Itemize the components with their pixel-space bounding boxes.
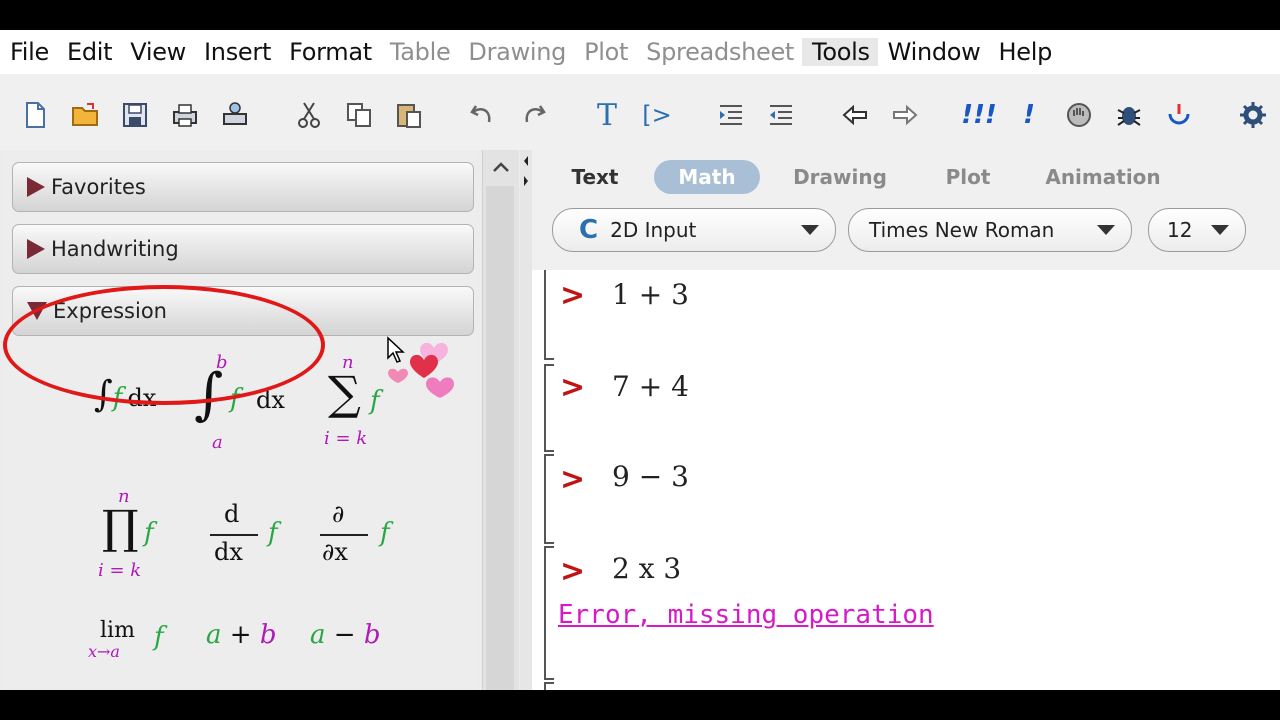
input-line[interactable]: 9 − 3 xyxy=(612,460,689,493)
expand-arrow-icon xyxy=(27,239,45,259)
back-arrow-icon[interactable] xyxy=(840,100,870,130)
input-line[interactable]: 7 + 4 xyxy=(612,370,689,403)
menu-file[interactable]: File xyxy=(0,38,57,66)
font-size-value: 12 xyxy=(1167,218,1193,242)
execution-group-bracket xyxy=(544,270,554,360)
worksheet[interactable]: > 1 + 3 > 7 + 4 > 9 − 3 > 2 x 3 Error, m… xyxy=(532,270,1280,690)
menu-help[interactable]: Help xyxy=(989,38,1061,66)
input-line[interactable]: 1 + 3 xyxy=(612,278,689,311)
execution-group-bracket xyxy=(544,454,554,544)
indent-icon[interactable] xyxy=(716,100,746,130)
paste-icon[interactable] xyxy=(394,100,424,130)
palette-favorites-header[interactable]: Favorites xyxy=(12,162,474,212)
input-mode-dropdown[interactable]: C 2D Input xyxy=(552,208,836,252)
context-toolbar: Text Math Drawing Plot Animation C 2D In… xyxy=(532,150,1280,271)
tab-plot[interactable]: Plot xyxy=(928,160,1008,194)
panel-splitter[interactable] xyxy=(520,150,532,690)
execute-icon[interactable]: ! xyxy=(1014,100,1044,130)
new-document-icon[interactable] xyxy=(20,100,50,130)
execution-group-bracket xyxy=(544,364,554,452)
print-preview-icon[interactable] xyxy=(220,100,250,130)
redo-icon[interactable] xyxy=(518,100,548,130)
settings-icon[interactable] xyxy=(1238,100,1268,130)
outdent-icon[interactable] xyxy=(766,100,796,130)
text-mode-icon[interactable]: T xyxy=(592,98,622,133)
font-dropdown[interactable]: Times New Roman xyxy=(848,208,1132,252)
palette-list: Favorites Handwriting Expression ∫f dx b… xyxy=(6,152,476,690)
restart-icon[interactable] xyxy=(1164,100,1194,130)
chevron-down-icon xyxy=(1097,225,1115,235)
save-icon[interactable] xyxy=(120,100,150,130)
tab-math[interactable]: Math xyxy=(654,160,760,194)
application-window: File Edit View Insert Format Table Drawi… xyxy=(0,30,1280,690)
chevron-down-icon xyxy=(801,225,819,235)
input-prompt: > xyxy=(560,554,586,589)
print-icon[interactable] xyxy=(170,100,200,130)
menu-tools[interactable]: Tools xyxy=(802,38,878,66)
scroll-up-icon[interactable] xyxy=(491,160,511,174)
input-mode-value: 2D Input xyxy=(610,218,697,242)
bottom-bar xyxy=(0,690,1280,720)
font-value: Times New Roman xyxy=(869,218,1055,242)
palette-section-label: Handwriting xyxy=(51,237,179,261)
error-message[interactable]: Error, missing operation xyxy=(558,600,934,630)
forward-arrow-icon[interactable] xyxy=(890,100,920,130)
font-size-dropdown[interactable]: 12 xyxy=(1148,208,1246,252)
hearts-icon xyxy=(388,342,454,398)
input-prompt: > xyxy=(560,462,586,497)
splitter-arrows-icon xyxy=(524,156,528,186)
input-prompt: > xyxy=(560,278,586,313)
palette-addition[interactable]: a + b xyxy=(206,620,277,650)
menu-table[interactable]: Table xyxy=(380,38,459,66)
palette-panel: Favorites Handwriting Expression ∫f dx b… xyxy=(0,150,521,690)
palette-section-label: Favorites xyxy=(51,175,146,199)
scroll-thumb[interactable] xyxy=(486,186,514,690)
stop-icon[interactable] xyxy=(1064,100,1094,130)
expand-arrow-icon xyxy=(27,177,45,197)
input-line[interactable]: 2 x 3 xyxy=(612,552,681,585)
execution-group-bracket xyxy=(544,546,554,680)
tab-text[interactable]: Text xyxy=(552,160,638,194)
open-folder-icon[interactable] xyxy=(70,100,100,130)
input-prompt: > xyxy=(560,370,586,405)
cut-icon[interactable] xyxy=(294,100,324,130)
chevron-down-icon xyxy=(1211,225,1229,235)
menu-edit[interactable]: Edit xyxy=(57,38,120,66)
annotation-circle xyxy=(3,285,325,405)
palette-handwriting-header[interactable]: Handwriting xyxy=(12,224,474,274)
palette-subtraction[interactable]: a − b xyxy=(310,620,381,650)
menu-insert[interactable]: Insert xyxy=(194,38,279,66)
palette-limit[interactable]: lim x→a f xyxy=(88,618,188,678)
toolbar: T [> !!! ! xyxy=(0,86,1280,144)
palette-scrollbar[interactable] xyxy=(482,150,519,690)
execution-group-bracket xyxy=(544,682,554,690)
menu-format[interactable]: Format xyxy=(279,38,380,66)
document-panel: Text Math Drawing Plot Animation C 2D In… xyxy=(532,150,1280,690)
menu-spreadsheet[interactable]: Spreadsheet xyxy=(636,38,802,66)
tab-animation[interactable]: Animation xyxy=(1038,160,1168,194)
menu-bar: File Edit View Insert Format Table Drawi… xyxy=(0,30,1280,74)
copy-icon[interactable] xyxy=(344,100,374,130)
debug-icon[interactable] xyxy=(1114,100,1144,130)
tab-drawing[interactable]: Drawing xyxy=(782,160,898,194)
palette-product[interactable]: n ∏ i = k f xyxy=(98,486,188,596)
menu-view[interactable]: View xyxy=(120,38,194,66)
math-prompt-icon[interactable]: [> xyxy=(642,100,672,130)
input-mode-icon: C xyxy=(579,215,599,245)
menu-drawing[interactable]: Drawing xyxy=(458,38,574,66)
menu-plot[interactable]: Plot xyxy=(574,38,636,66)
menu-window[interactable]: Window xyxy=(878,38,989,66)
undo-icon[interactable] xyxy=(468,100,498,130)
palette-partial-derivative[interactable]: ∂ ∂x f xyxy=(316,500,406,580)
palette-derivative[interactable]: d dx f xyxy=(206,500,296,580)
execute-all-icon[interactable]: !!! xyxy=(961,100,997,130)
